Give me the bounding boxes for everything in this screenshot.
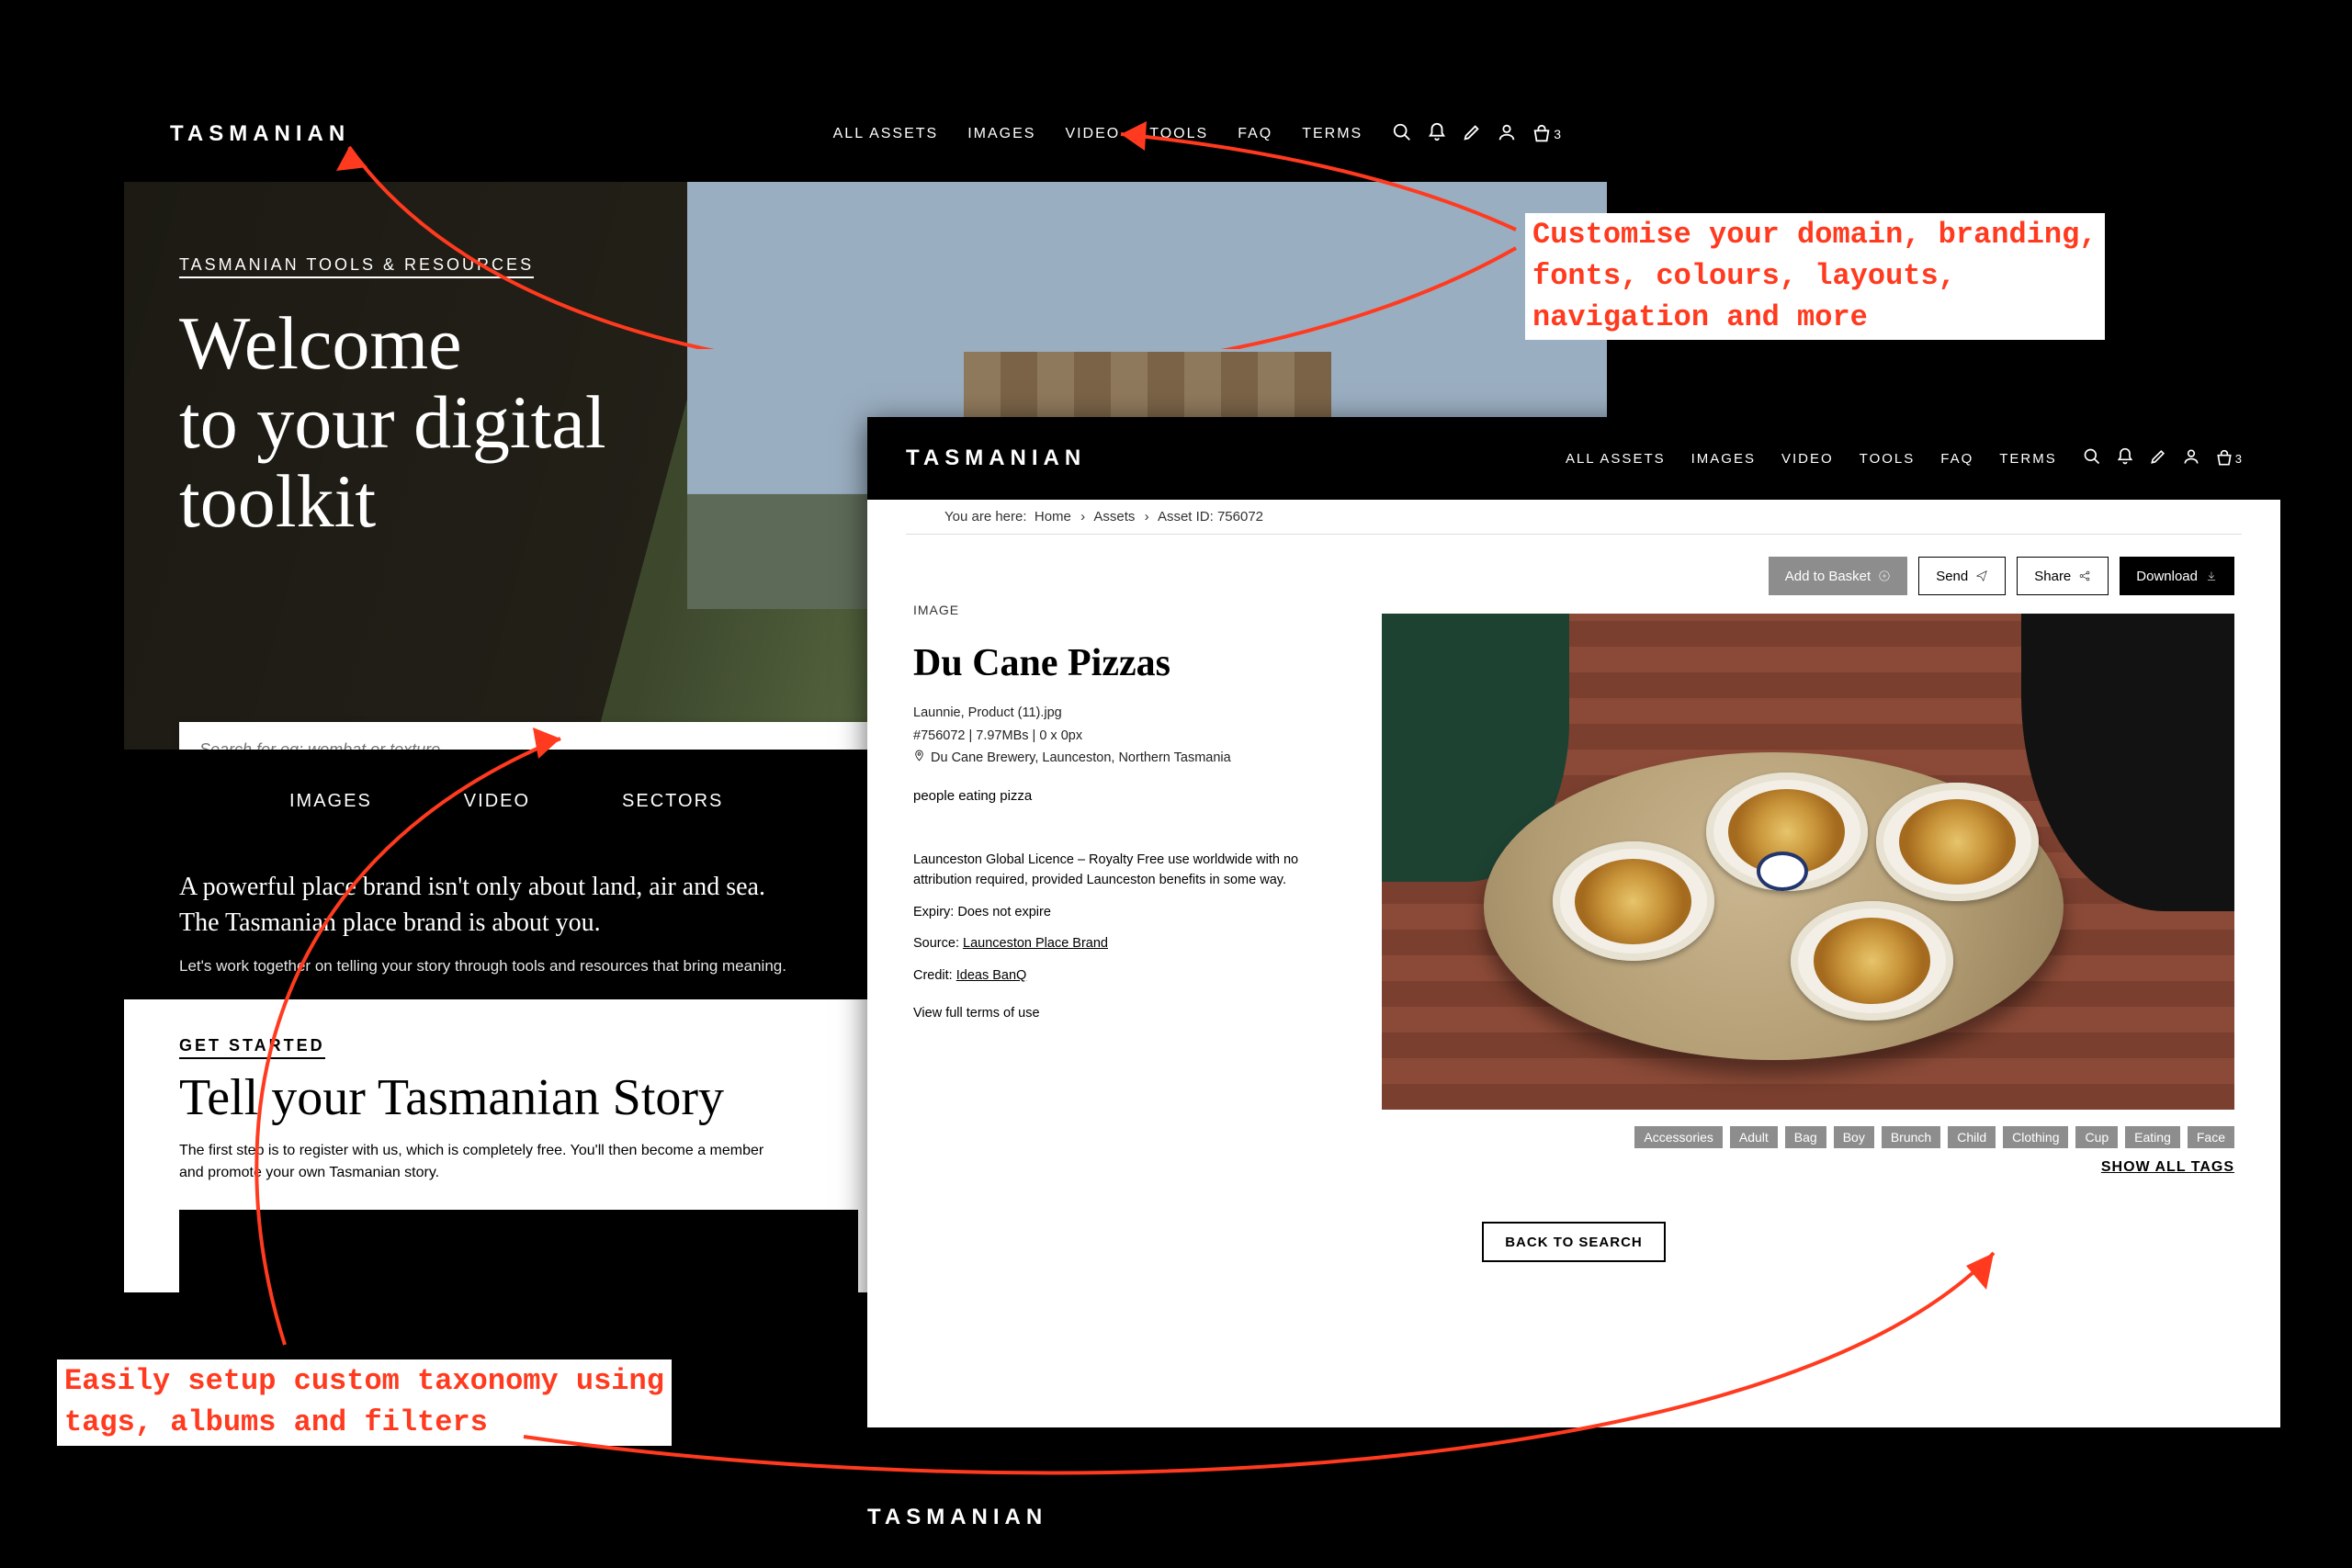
tag[interactable]: Clothing [2003,1126,2068,1148]
asset-action-bar: Add to Basket Send Share Download [1382,557,2234,595]
share-label: Share [2034,569,2071,584]
annotation-callout-top: Customise your domain, branding, fonts, … [1525,213,2105,340]
asset-type-label: IMAGE [913,603,1354,617]
tag[interactable]: Brunch [1882,1126,1940,1148]
basket-icon[interactable]: 3 [2215,449,2242,468]
bell-icon[interactable] [2116,447,2134,470]
user-icon[interactable] [1497,122,1517,147]
tile[interactable] [179,1210,858,1292]
expiry-label: Expiry: [913,905,957,919]
nav-tools[interactable]: TOOLS [1860,451,1916,467]
get-started-eyebrow: GET STARTED [179,1036,325,1059]
pen-icon[interactable] [2149,447,2167,470]
nav-tools[interactable]: TOOLS [1149,126,1208,142]
source-link[interactable]: Launceston Place Brand [963,936,1108,951]
asset-filename: Launnie, Product (11).jpg [913,702,1354,725]
send-button[interactable]: Send [1918,557,2006,595]
asset-info-column: IMAGE Du Cane Pizzas Launnie, Product (1… [913,557,1354,1176]
nav-images[interactable]: IMAGES [967,126,1035,142]
breadcrumb-prefix: You are here: [944,509,1027,525]
tag[interactable]: Eating [2125,1126,2180,1148]
add-to-basket-button[interactable]: Add to Basket [1769,557,1907,595]
site-logo[interactable]: TASMANIAN [906,446,1086,471]
tag[interactable]: Bag [1785,1126,1826,1148]
tag[interactable]: Accessories [1634,1126,1722,1148]
user-icon[interactable] [2182,447,2200,470]
primary-nav: ALL ASSETS IMAGES VIDEO TOOLS FAQ TERMS … [833,122,1561,147]
breadcrumb-separator: › [1145,509,1149,525]
send-label: Send [1936,569,1968,584]
asset-preview-image[interactable] [1382,614,2234,1110]
filter-video[interactable]: VIDEO [464,791,530,812]
nav-images[interactable]: IMAGES [1691,451,1756,467]
filter-sectors[interactable]: SECTORS [622,791,723,812]
basket-icon[interactable]: 3 [1532,124,1561,144]
nav-terms[interactable]: TERMS [1302,126,1363,142]
license-text: Launceston Global Licence – Royalty Free… [913,850,1317,891]
share-button[interactable]: Share [2017,557,2109,595]
breadcrumb-current: Asset ID: 756072 [1158,509,1263,525]
tag[interactable]: Face [2188,1126,2234,1148]
nav-video[interactable]: VIDEO [1065,126,1120,142]
nav-faq[interactable]: FAQ [1940,451,1973,467]
annotation-callout-bottom: Easily setup custom taxonomy using tags,… [57,1359,672,1446]
asset-specs: #756072 | 7.97MBs | 0 x 0px [913,725,1354,748]
download-icon [2205,570,2218,582]
tag[interactable]: Boy [1834,1126,1874,1148]
nav-all-assets[interactable]: ALL ASSETS [833,126,939,142]
primary-nav: ALL ASSETS IMAGES VIDEO TOOLS FAQ TERMS … [1566,447,2242,470]
credit-link[interactable]: Ideas BanQ [956,968,1027,983]
get-started-copy: The first step is to register with us, w… [179,1140,767,1184]
basket-count: 3 [2235,452,2242,466]
filter-images[interactable]: IMAGES [289,791,372,812]
footer-logo: TASMANIAN [867,1505,1047,1530]
tag[interactable]: Adult [1730,1126,1778,1148]
source-label: Source: [913,936,963,951]
share-icon [2078,570,2091,582]
breadcrumb-assets[interactable]: Assets [1093,509,1135,525]
asset-location: Du Cane Brewery, Launceston, Northern Ta… [931,747,1231,770]
site-header: TASMANIAN ALL ASSETS IMAGES VIDEO TOOLS … [124,94,1607,182]
nav-utility-icons: 3 [2083,447,2242,470]
hero-title: Welcome to your digital toolkit [179,304,767,541]
nav-terms[interactable]: TERMS [1999,451,2057,467]
search-icon[interactable] [2083,447,2101,470]
pen-icon[interactable] [1462,122,1482,147]
send-icon [1975,570,1988,582]
expiry-value: Does not expire [957,905,1051,919]
location-pin-icon [913,747,925,770]
tags-list: Accessories Adult Bag Boy Brunch Child C… [1382,1126,2234,1148]
asset-description: people eating pizza [913,788,1354,804]
asset-media-column: Add to Basket Send Share Download [1382,557,2234,1176]
download-button[interactable]: Download [2120,557,2234,595]
site-header: TASMANIAN ALL ASSETS IMAGES VIDEO TOOLS … [867,417,2280,500]
nav-utility-icons: 3 [1392,122,1561,147]
credit-label: Credit: [913,968,956,983]
bell-icon[interactable] [1427,122,1447,147]
site-logo[interactable]: TASMANIAN [170,121,350,147]
nav-all-assets[interactable]: ALL ASSETS [1566,451,1666,467]
breadcrumb-home[interactable]: Home [1035,509,1071,525]
nav-video[interactable]: VIDEO [1781,451,1834,467]
tag[interactable]: Child [1948,1126,1996,1148]
breadcrumb-separator: › [1080,509,1085,525]
asset-title: Du Cane Pizzas [913,641,1354,685]
tag[interactable]: Cup [2075,1126,2118,1148]
basket-add-icon [1878,570,1891,582]
back-to-search-button[interactable]: BACK TO SEARCH [1482,1222,1666,1262]
asset-detail-panel: TASMANIAN ALL ASSETS IMAGES VIDEO TOOLS … [867,417,2280,1427]
add-to-basket-label: Add to Basket [1785,569,1871,584]
basket-count: 3 [1554,127,1561,141]
hero-eyebrow: TASMANIAN TOOLS & RESOURCES [179,255,534,278]
view-terms-link[interactable]: View full terms of use [913,1006,1354,1021]
show-all-tags-link[interactable]: SHOW ALL TAGS [1382,1159,2234,1176]
search-icon[interactable] [1392,122,1412,147]
download-label: Download [2136,569,2198,584]
breadcrumb: You are here: Home › Assets › Asset ID: … [906,500,2242,535]
nav-faq[interactable]: FAQ [1238,126,1272,142]
